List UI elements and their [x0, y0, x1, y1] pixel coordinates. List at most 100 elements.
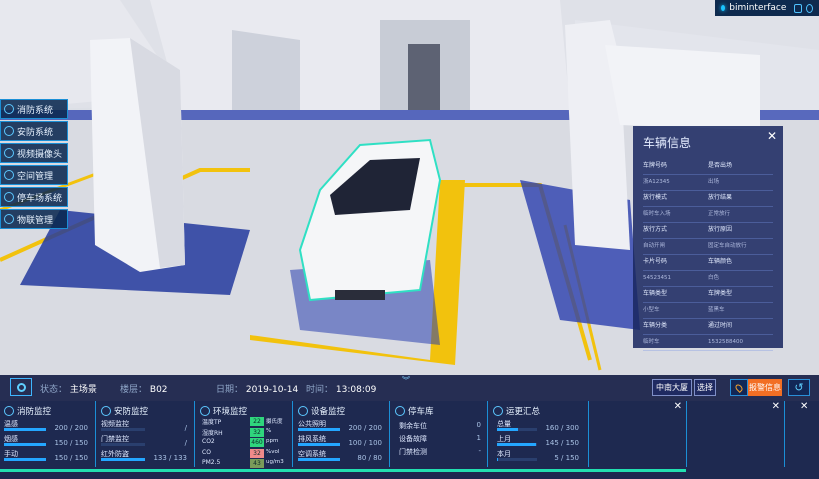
monitor-row-value: 200 / 200 — [54, 424, 88, 432]
fire-icon — [4, 406, 14, 416]
parking-row-label: 设备故障 — [399, 435, 427, 443]
vehicle-info-cell: 车辆类型 — [643, 290, 668, 297]
settings-button[interactable] — [10, 378, 32, 396]
monitor-row-track — [298, 443, 340, 446]
date-readout: 日期： 2019-10-14 — [216, 382, 298, 395]
menu-item-space[interactable]: 空间管理 — [0, 165, 68, 185]
menu-item-label: 消防系统 — [17, 105, 54, 116]
floor-value: B02 — [149, 385, 168, 395]
building-button[interactable]: 中南大厦 — [652, 379, 692, 396]
select-button[interactable]: 选择 — [694, 379, 716, 396]
vehicle-info-cell: 放行方式 — [643, 226, 668, 233]
vehicle-info-cell: 放行模式 — [643, 194, 668, 201]
location-button[interactable] — [730, 379, 748, 396]
fire-panel-title: 消防监控 — [17, 407, 52, 417]
parking-row-label: 门禁检测 — [399, 448, 427, 456]
security-monitor-panel: 安防监控 视频监控 / 门禁监控 / 红外防盗 133 / 133 — [97, 401, 195, 467]
operation-summary-panel: 运更汇总 总量 160 / 300 上月 145 / 150 本月 5 / 150 — [489, 401, 589, 467]
env-row-label: CO — [202, 448, 211, 456]
monitor-row-fill — [4, 428, 46, 431]
menu-item-label: 物联管理 — [17, 215, 54, 226]
env-row-value: 460 — [250, 438, 264, 447]
monitor-row-fill — [497, 428, 519, 431]
env-row-label: CO2 — [202, 438, 215, 445]
vehicle-info-panel: 车辆信息 ✕ 车牌号码 是否出场浙A12345 出场放行模式 放行结果 临时车入场 正常放… — [633, 126, 783, 351]
back-button[interactable]: ↺ — [788, 379, 810, 396]
env-row-value: 32 — [250, 448, 264, 458]
time-readout: 时间： 13:08:09 — [306, 382, 376, 395]
state-value: 主场景 — [69, 385, 97, 395]
parking-row-value: - — [478, 447, 481, 455]
vehicle-info-row: 临时车入场 正常放行 — [643, 207, 773, 223]
vehicle-info-cell: 固定车自动放行 — [708, 243, 747, 249]
vehicle-info-row: 车牌号码 是否出场 — [643, 159, 773, 175]
vehicle-info-row: 车辆分类 通过时间 — [643, 319, 773, 335]
loading-progress-bar — [0, 469, 686, 472]
vehicle-info-row: 54523451 白色 — [643, 271, 773, 287]
operation-panel-header: 运更汇总 — [493, 405, 540, 417]
camera-icon — [4, 148, 14, 158]
vehicle-info-cell: 自动开闸 — [643, 243, 666, 249]
monitor-row-value: 160 / 300 — [545, 424, 579, 432]
menu-item-label: 空间管理 — [17, 171, 54, 182]
menu-item-security[interactable]: 安防系统 — [0, 121, 68, 141]
power-icon[interactable] — [806, 3, 813, 13]
monitor-row-track — [497, 458, 537, 461]
monitor-row-fill — [101, 458, 145, 461]
close-icon[interactable]: ✕ — [800, 401, 808, 412]
monitor-row-value: 80 / 80 — [357, 454, 382, 462]
close-icon[interactable]: ✕ — [772, 401, 780, 412]
status-bar: 状态： 主场景 楼层： B02 日期： 2019-10-14 时间： 13:08… — [0, 375, 819, 401]
vehicle-info-row: 卡片号码 车辆颜色 — [643, 255, 773, 271]
parking-icon — [395, 406, 405, 416]
chevron-down-icon[interactable]: ︾ — [402, 375, 410, 386]
vehicle-info-cell: 1532588400 — [708, 339, 743, 345]
time-label: 时间： — [306, 385, 334, 395]
monitor-row-fill — [298, 458, 340, 461]
monitor-row-track — [4, 428, 46, 431]
monitor-row-fill — [4, 443, 46, 446]
menu-item-camera[interactable]: 视频摄像头 — [0, 143, 68, 163]
monitor-row-value: 150 / 150 — [54, 439, 88, 447]
close-icon[interactable]: ✕ — [767, 129, 777, 143]
vehicle-info-row: 车辆类型 车牌类型 — [643, 287, 773, 303]
parking-icon — [4, 192, 14, 202]
monitor-row-fill — [298, 428, 340, 431]
close-icon[interactable]: ✕ — [674, 401, 682, 412]
parking-panel: 停车库 剩余车位 0 设备故障 1 门禁检测 - — [391, 401, 488, 467]
date-value: 2019-10-14 — [245, 385, 299, 395]
env-row-unit: %vol — [266, 448, 280, 455]
vehicle-info-cell: 浙A12345 — [643, 179, 670, 185]
menu-item-parking[interactable]: 停车场系统 — [0, 187, 68, 207]
menu-item-fire[interactable]: 消防系统 — [0, 99, 68, 119]
vehicle-info-cell: 放行原因 — [708, 226, 733, 233]
alarm-info-button[interactable]: 报警信息 — [748, 379, 782, 396]
vehicle-panel-title: 车辆信息 — [643, 136, 692, 150]
equipment-panel-title: 设备监控 — [311, 407, 346, 417]
location-pin-icon — [734, 382, 744, 393]
back-arrow-icon: ↺ — [794, 381, 804, 394]
floor-label: 楼层： — [120, 385, 148, 395]
shield-icon — [4, 126, 14, 136]
env-row-value: 22 — [250, 417, 264, 426]
menu-item-iot[interactable]: 物联管理 — [0, 209, 68, 229]
env-row-unit: % — [266, 427, 272, 434]
vehicle-info-cell: 是否出场 — [708, 162, 733, 169]
brand-name: biminterface — [729, 3, 787, 13]
vehicle-info-cell: 出场 — [708, 179, 720, 185]
environment-monitor-panel: 环境监控 温度TP 22 摄氏度 湿度RH 32% CO2 460 ppm CO 32 %vol PM… — [196, 401, 293, 468]
vehicle-info-row: 放行模式 放行结果 — [643, 191, 773, 207]
vehicle-info-cell: 车辆分类 — [643, 322, 668, 329]
window-icon[interactable] — [794, 3, 803, 13]
vehicle-info-grid: 车牌号码 是否出场浙A12345 出场放行模式 放行结果 临时车入场 正常放行放行方式 放行… — [643, 159, 773, 351]
monitor-row-track — [298, 428, 340, 431]
env-row-value: 43 — [250, 459, 264, 468]
monitor-row-track — [101, 458, 145, 461]
status-dot-icon — [721, 5, 726, 11]
bottom-dashboard: 消防监控 温感 200 / 200 烟感 150 / 150 手动 150 / 150 安… — [0, 401, 819, 479]
equipment-monitor-panel: 设备监控 公共照明 200 / 200 排风系统 100 / 100 空调系统 80 / … — [294, 401, 390, 467]
brand-bar: biminterface — [715, 0, 819, 16]
monitor-row-value: 133 / 133 — [153, 454, 187, 462]
empty-panel-2: ✕ — [688, 401, 785, 467]
floor-readout: 楼层： B02 — [120, 382, 168, 395]
